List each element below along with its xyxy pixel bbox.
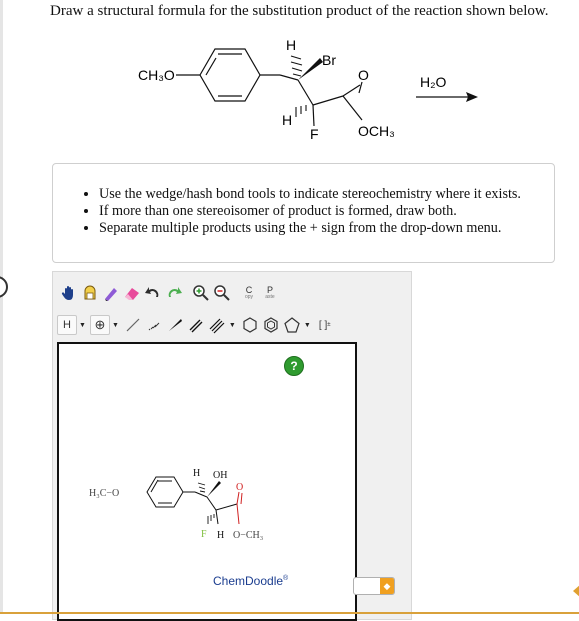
question-prompt: Draw a structural formula for the substi… [50, 3, 549, 19]
navigation-circle[interactable] [0, 276, 8, 298]
chemdoodle-editor: C opy P aste H ▼ ⊕ ▼ ▼ ▼ [] ± ? H₃C−O H… [52, 271, 412, 621]
zoom-in-icon[interactable] [191, 283, 211, 303]
element-select-button[interactable]: H [57, 315, 77, 335]
svg-text:H: H [193, 468, 200, 479]
lasso-tool-icon[interactable] [80, 283, 100, 303]
triple-bond-icon[interactable] [207, 315, 227, 335]
cyclopentane-icon[interactable] [282, 315, 302, 335]
charge-dropdown-arrow[interactable]: ▼ [112, 321, 119, 329]
svg-text:O: O [358, 67, 369, 83]
left-edge [0, 0, 3, 612]
instruction-item: If more than one stereoisomer of product… [99, 203, 554, 220]
bottom-divider [0, 612, 579, 614]
hash-bond-top [290, 55, 303, 77]
svg-text:F: F [310, 126, 319, 142]
hash-bond-icon[interactable] [144, 315, 164, 335]
wedge-bond-icon[interactable] [165, 315, 185, 335]
svg-text:H: H [286, 37, 296, 53]
svg-text:O: O [236, 482, 243, 493]
help-icon[interactable]: ? [284, 356, 304, 376]
element-dropdown-arrow[interactable]: ▼ [79, 321, 86, 329]
paste-button[interactable]: P aste [260, 283, 280, 303]
instruction-item: Separate multiple products using the + s… [99, 220, 554, 237]
benzene-ring [199, 48, 261, 102]
svg-text:F: F [201, 529, 207, 540]
resize-toggle[interactable]: ◆ [353, 577, 395, 595]
product-benzene-ring [146, 476, 184, 508]
erase-tool-icon[interactable] [101, 283, 121, 303]
hash-bond-bottom [295, 105, 307, 117]
redo-icon[interactable] [164, 283, 184, 303]
right-edge-arrow-icon[interactable] [573, 584, 579, 598]
svg-text:Br: Br [322, 52, 336, 68]
chemdoodle-logo: ChemDoodle® [213, 574, 289, 588]
reagent-label: H₂O [420, 74, 447, 90]
clear-tool-icon[interactable] [122, 283, 142, 303]
svg-text:H₃C−O: H₃C−O [89, 488, 119, 499]
drawn-product-molecule: H₃C−O H OH F H O O−CH₃ [89, 468, 263, 541]
undo-icon[interactable] [143, 283, 163, 303]
benzene-icon[interactable] [261, 315, 281, 335]
bracket-button[interactable]: [ ] ± [315, 315, 335, 335]
svg-text:H: H [217, 530, 224, 541]
charge-button[interactable]: ⊕ [89, 315, 110, 335]
copy-button[interactable]: C opy [239, 283, 259, 303]
toolbar-secondary: H ▼ ⊕ ▼ ▼ ▼ [ ] ± [57, 314, 336, 336]
ring-dropdown-arrow[interactable]: ▼ [304, 321, 311, 329]
cyclohexane-icon[interactable] [240, 315, 260, 335]
reaction-scheme: CH₃O H Br H F O OCH₃ H₂O [138, 37, 478, 142]
hand-tool-icon[interactable] [59, 283, 79, 303]
bond-dropdown-arrow[interactable]: ▼ [229, 321, 236, 329]
zoom-out-icon[interactable] [212, 283, 232, 303]
instruction-item: Use the wedge/hash bond tools to indicat… [99, 186, 554, 203]
svg-text:OCH₃: OCH₃ [358, 123, 395, 139]
drawing-canvas[interactable]: ? H₃C−O H OH F H O O−CH₃ ChemDoodle® [57, 342, 357, 621]
chevron-updown-icon[interactable]: ◆ [380, 578, 394, 594]
methoxy-label: CH₃O [138, 67, 175, 83]
svg-text:H: H [282, 112, 292, 128]
svg-text:O−CH₃: O−CH₃ [233, 530, 263, 541]
svg-text:OH: OH [213, 470, 227, 481]
instructions-box: Use the wedge/hash bond tools to indicat… [52, 163, 555, 263]
double-bond-icon[interactable] [186, 315, 206, 335]
single-bond-icon[interactable] [123, 315, 143, 335]
toolbar-primary: C opy P aste [59, 282, 281, 304]
